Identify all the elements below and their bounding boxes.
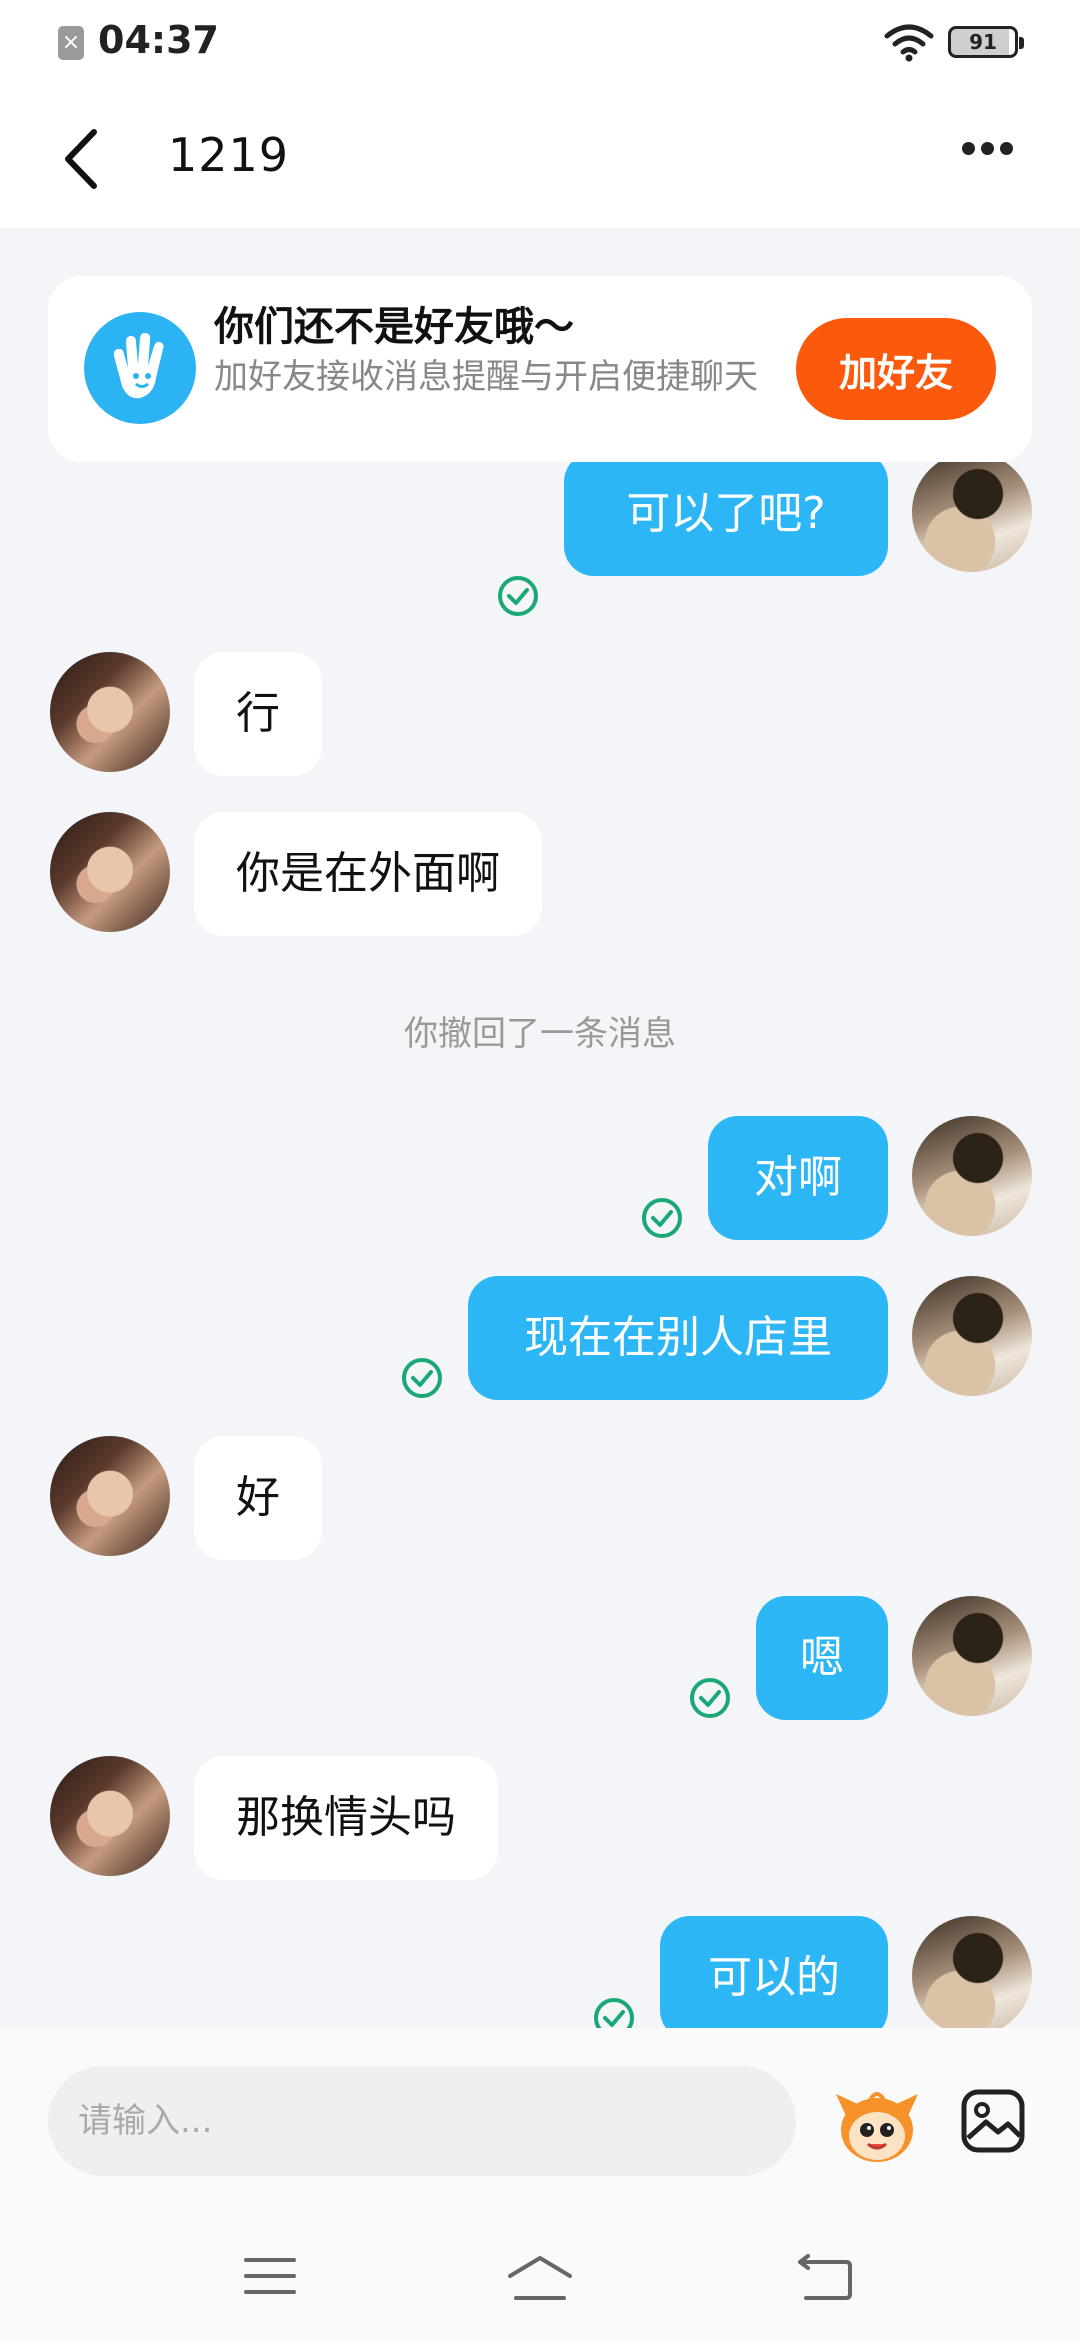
my-message-bubble[interactable]: 对啊 <box>708 1116 888 1240</box>
recalled-message-notice: 你撤回了一条消息 <box>404 1014 676 1054</box>
my-message-bubble[interactable]: 现在在别人店里 <box>468 1276 888 1400</box>
image-icon[interactable] <box>960 2088 1026 2154</box>
contact-message-bubble[interactable]: 好 <box>194 1436 322 1560</box>
chat-title: 1219 <box>168 128 290 182</box>
contact-message-bubble[interactable]: 行 <box>194 652 322 776</box>
my-avatar[interactable] <box>912 462 1032 572</box>
delivered-check-icon <box>402 1358 442 1398</box>
contact-message-bubble[interactable]: 你是在外面啊 <box>194 812 542 936</box>
input-bar <box>0 2028 1080 2212</box>
my-avatar[interactable] <box>912 1116 1032 1236</box>
wifi-icon <box>884 24 934 62</box>
banner-subtitle: 加好友接收消息提醒与开启便捷聊天 <box>214 357 758 397</box>
delivered-check-icon <box>642 1198 682 1238</box>
banner-title: 你们还不是好友哦～ <box>214 304 574 350</box>
friend-request-banner: 你们还不是好友哦～ 加好友接收消息提醒与开启便捷聊天 加好友 <box>48 276 1032 462</box>
wave-hand-icon <box>84 312 196 424</box>
system-nav-bar <box>0 2212 1080 2340</box>
contact-message-bubble[interactable]: 那换情头吗 <box>194 1756 498 1880</box>
contact-avatar[interactable] <box>50 652 170 772</box>
my-message-bubble[interactable]: 可以了吧? <box>564 462 888 576</box>
my-message-bubble[interactable]: 嗯 <box>756 1596 888 1720</box>
delivered-check-icon <box>690 1678 730 1718</box>
sim-off-icon: × <box>58 26 84 60</box>
back-icon[interactable] <box>56 124 106 194</box>
contact-avatar[interactable] <box>50 1756 170 1876</box>
chat-header: 1219 <box>0 84 1080 228</box>
my-avatar[interactable] <box>912 1276 1032 1396</box>
message-input[interactable] <box>48 2066 796 2176</box>
status-time: 04:37 <box>98 18 219 62</box>
delivered-check-icon <box>594 1998 634 2028</box>
more-icon[interactable] <box>962 140 1026 170</box>
my-message-bubble[interactable]: 可以的 <box>660 1916 888 2028</box>
back-nav-icon[interactable] <box>796 2254 854 2302</box>
add-friend-button[interactable]: 加好友 <box>796 318 996 420</box>
contact-avatar[interactable] <box>50 1436 170 1556</box>
home-icon[interactable] <box>506 2254 574 2302</box>
my-avatar[interactable] <box>912 1916 1032 2028</box>
battery-icon: 91 <box>948 26 1024 58</box>
status-bar: × 04:37 91 <box>0 0 1080 84</box>
menu-icon[interactable] <box>244 2254 296 2298</box>
my-avatar[interactable] <box>912 1596 1032 1716</box>
sticker-icon[interactable] <box>832 2086 922 2166</box>
delivered-check-icon <box>498 576 538 616</box>
message-list[interactable]: 可以了吧? 行 你是在外面啊 你撤回了一条消息 对啊 现在在别人店里 好 嗯 那… <box>0 462 1080 2028</box>
contact-avatar[interactable] <box>50 812 170 932</box>
